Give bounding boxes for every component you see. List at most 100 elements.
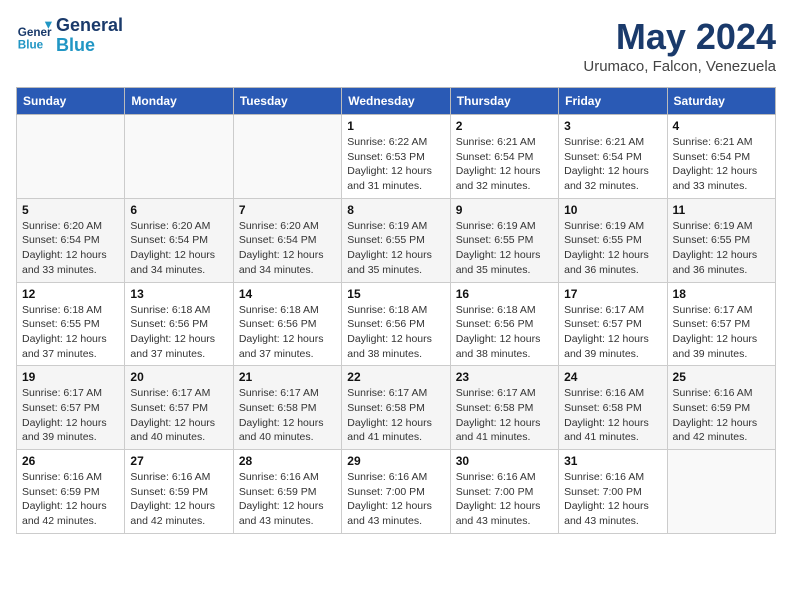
day-info: Sunrise: 6:18 AM Sunset: 6:56 PM Dayligh… bbox=[456, 303, 553, 362]
day-info: Sunrise: 6:19 AM Sunset: 6:55 PM Dayligh… bbox=[347, 219, 444, 278]
day-number: 6 bbox=[130, 203, 227, 217]
day-number: 30 bbox=[456, 454, 553, 468]
day-number: 26 bbox=[22, 454, 119, 468]
calendar-cell: 11Sunrise: 6:19 AM Sunset: 6:55 PM Dayli… bbox=[667, 198, 775, 282]
day-info: Sunrise: 6:18 AM Sunset: 6:56 PM Dayligh… bbox=[347, 303, 444, 362]
day-number: 21 bbox=[239, 370, 336, 384]
svg-text:Blue: Blue bbox=[18, 38, 44, 51]
day-number: 12 bbox=[22, 287, 119, 301]
calendar-cell bbox=[125, 115, 233, 199]
logo-text-line2: Blue bbox=[56, 36, 123, 56]
day-number: 9 bbox=[456, 203, 553, 217]
day-number: 15 bbox=[347, 287, 444, 301]
calendar-cell: 16 Sunrise: 6:18 AM Sunset: 6:56 PM Dayli… bbox=[450, 282, 558, 366]
page-header: General Blue General Blue May 2024 Uruma… bbox=[16, 16, 776, 75]
day-info: Sunrise: 6:20 AM Sunset: 6:54 PM Dayligh… bbox=[239, 219, 336, 278]
day-number: 1 bbox=[347, 119, 444, 133]
day-number: 2 bbox=[456, 119, 553, 133]
calendar-cell: 4 Sunrise: 6:21 AM Sunset: 6:54 PM Daylig… bbox=[667, 115, 775, 199]
day-info: Sunrise: 6:19 AM Sunset: 6:55 PM Dayligh… bbox=[673, 219, 770, 278]
calendar-cell: 9Sunrise: 6:19 AM Sunset: 6:55 PM Daylig… bbox=[450, 198, 558, 282]
calendar-cell: 17 Sunrise: 6:17 AM Sunset: 6:57 PM Dayli… bbox=[559, 282, 667, 366]
calendar-cell: 25 Sunrise: 6:16 AM Sunset: 6:59 PM Dayli… bbox=[667, 366, 775, 450]
day-info: Sunrise: 6:20 AM Sunset: 6:54 PM Dayligh… bbox=[130, 219, 227, 278]
day-number: 24 bbox=[564, 370, 661, 384]
day-info: Sunrise: 6:16 AM Sunset: 6:59 PM Dayligh… bbox=[239, 470, 336, 529]
weekday-wednesday: Wednesday bbox=[342, 88, 450, 115]
day-number: 25 bbox=[673, 370, 770, 384]
calendar-cell: 1 Sunrise: 6:22 AM Sunset: 6:53 PM Daylig… bbox=[342, 115, 450, 199]
svg-text:General: General bbox=[18, 26, 52, 39]
week-row-0: 1 Sunrise: 6:22 AM Sunset: 6:53 PM Daylig… bbox=[17, 115, 776, 199]
calendar-cell: 29 Sunrise: 6:16 AM Sunset: 7:00 PM Dayli… bbox=[342, 450, 450, 534]
day-info: Sunrise: 6:19 AM Sunset: 6:55 PM Dayligh… bbox=[564, 219, 661, 278]
calendar-cell: 8 Sunrise: 6:19 AM Sunset: 6:55 PM Daylig… bbox=[342, 198, 450, 282]
calendar-cell: 10 Sunrise: 6:19 AM Sunset: 6:55 PM Dayli… bbox=[559, 198, 667, 282]
day-number: 17 bbox=[564, 287, 661, 301]
calendar-cell: 27Sunrise: 6:16 AM Sunset: 6:59 PM Dayli… bbox=[125, 450, 233, 534]
weekday-saturday: Saturday bbox=[667, 88, 775, 115]
day-info: Sunrise: 6:16 AM Sunset: 7:00 PM Dayligh… bbox=[347, 470, 444, 529]
day-number: 4 bbox=[673, 119, 770, 133]
calendar-cell: 5 Sunrise: 6:20 AM Sunset: 6:54 PM Daylig… bbox=[17, 198, 125, 282]
calendar-cell: 26 Sunrise: 6:16 AM Sunset: 6:59 PM Dayli… bbox=[17, 450, 125, 534]
calendar-cell bbox=[17, 115, 125, 199]
day-info: Sunrise: 6:20 AM Sunset: 6:54 PM Dayligh… bbox=[22, 219, 119, 278]
day-info: Sunrise: 6:17 AM Sunset: 6:58 PM Dayligh… bbox=[456, 386, 553, 445]
day-info: Sunrise: 6:22 AM Sunset: 6:53 PM Dayligh… bbox=[347, 135, 444, 194]
day-info: Sunrise: 6:17 AM Sunset: 6:58 PM Dayligh… bbox=[239, 386, 336, 445]
calendar-cell: 15 Sunrise: 6:18 AM Sunset: 6:56 PM Dayli… bbox=[342, 282, 450, 366]
day-info: Sunrise: 6:18 AM Sunset: 6:56 PM Dayligh… bbox=[130, 303, 227, 362]
day-info: Sunrise: 6:21 AM Sunset: 6:54 PM Dayligh… bbox=[673, 135, 770, 194]
month-title: May 2024 bbox=[583, 16, 776, 58]
day-info: Sunrise: 6:17 AM Sunset: 6:57 PM Dayligh… bbox=[130, 386, 227, 445]
day-number: 8 bbox=[347, 203, 444, 217]
calendar-cell: 12Sunrise: 6:18 AM Sunset: 6:55 PM Dayli… bbox=[17, 282, 125, 366]
day-number: 5 bbox=[22, 203, 119, 217]
calendar-table: SundayMondayTuesdayWednesdayThursdayFrid… bbox=[16, 87, 776, 534]
weekday-header-row: SundayMondayTuesdayWednesdayThursdayFrid… bbox=[17, 88, 776, 115]
day-number: 18 bbox=[673, 287, 770, 301]
day-number: 29 bbox=[347, 454, 444, 468]
day-number: 22 bbox=[347, 370, 444, 384]
location-subtitle: Urumaco, Falcon, Venezuela bbox=[583, 58, 776, 75]
calendar-cell: 14Sunrise: 6:18 AM Sunset: 6:56 PM Dayli… bbox=[233, 282, 341, 366]
day-info: Sunrise: 6:16 AM Sunset: 6:59 PM Dayligh… bbox=[22, 470, 119, 529]
calendar-cell: 20 Sunrise: 6:17 AM Sunset: 6:57 PM Dayli… bbox=[125, 366, 233, 450]
week-row-4: 26 Sunrise: 6:16 AM Sunset: 6:59 PM Dayli… bbox=[17, 450, 776, 534]
calendar-cell: 30 Sunrise: 6:16 AM Sunset: 7:00 PM Dayli… bbox=[450, 450, 558, 534]
logo-icon: General Blue bbox=[16, 18, 52, 54]
calendar-cell: 22 Sunrise: 6:17 AM Sunset: 6:58 PM Dayli… bbox=[342, 366, 450, 450]
day-number: 19 bbox=[22, 370, 119, 384]
day-number: 27 bbox=[130, 454, 227, 468]
day-number: 23 bbox=[456, 370, 553, 384]
day-info: Sunrise: 6:18 AM Sunset: 6:56 PM Dayligh… bbox=[239, 303, 336, 362]
day-info: Sunrise: 6:16 AM Sunset: 6:59 PM Dayligh… bbox=[673, 386, 770, 445]
day-info: Sunrise: 6:17 AM Sunset: 6:57 PM Dayligh… bbox=[22, 386, 119, 445]
calendar-body: 1 Sunrise: 6:22 AM Sunset: 6:53 PM Daylig… bbox=[17, 115, 776, 534]
calendar-cell: 13Sunrise: 6:18 AM Sunset: 6:56 PM Dayli… bbox=[125, 282, 233, 366]
day-number: 10 bbox=[564, 203, 661, 217]
calendar-cell bbox=[667, 450, 775, 534]
logo-text-line1: General bbox=[56, 16, 123, 36]
calendar-cell: 24Sunrise: 6:16 AM Sunset: 6:58 PM Dayli… bbox=[559, 366, 667, 450]
weekday-tuesday: Tuesday bbox=[233, 88, 341, 115]
calendar-cell: 28Sunrise: 6:16 AM Sunset: 6:59 PM Dayli… bbox=[233, 450, 341, 534]
day-number: 3 bbox=[564, 119, 661, 133]
week-row-1: 5 Sunrise: 6:20 AM Sunset: 6:54 PM Daylig… bbox=[17, 198, 776, 282]
calendar-cell: 21 Sunrise: 6:17 AM Sunset: 6:58 PM Dayli… bbox=[233, 366, 341, 450]
weekday-thursday: Thursday bbox=[450, 88, 558, 115]
day-info: Sunrise: 6:17 AM Sunset: 6:58 PM Dayligh… bbox=[347, 386, 444, 445]
calendar-cell: 2Sunrise: 6:21 AM Sunset: 6:54 PM Daylig… bbox=[450, 115, 558, 199]
calendar-cell: 6 Sunrise: 6:20 AM Sunset: 6:54 PM Daylig… bbox=[125, 198, 233, 282]
day-info: Sunrise: 6:16 AM Sunset: 7:00 PM Dayligh… bbox=[456, 470, 553, 529]
day-info: Sunrise: 6:17 AM Sunset: 6:57 PM Dayligh… bbox=[564, 303, 661, 362]
day-info: Sunrise: 6:17 AM Sunset: 6:57 PM Dayligh… bbox=[673, 303, 770, 362]
day-number: 31 bbox=[564, 454, 661, 468]
calendar-cell: 18 Sunrise: 6:17 AM Sunset: 6:57 PM Dayli… bbox=[667, 282, 775, 366]
week-row-2: 12Sunrise: 6:18 AM Sunset: 6:55 PM Dayli… bbox=[17, 282, 776, 366]
day-number: 16 bbox=[456, 287, 553, 301]
calendar-header: SundayMondayTuesdayWednesdayThursdayFrid… bbox=[17, 88, 776, 115]
title-block: May 2024 Urumaco, Falcon, Venezuela bbox=[583, 16, 776, 75]
day-number: 20 bbox=[130, 370, 227, 384]
